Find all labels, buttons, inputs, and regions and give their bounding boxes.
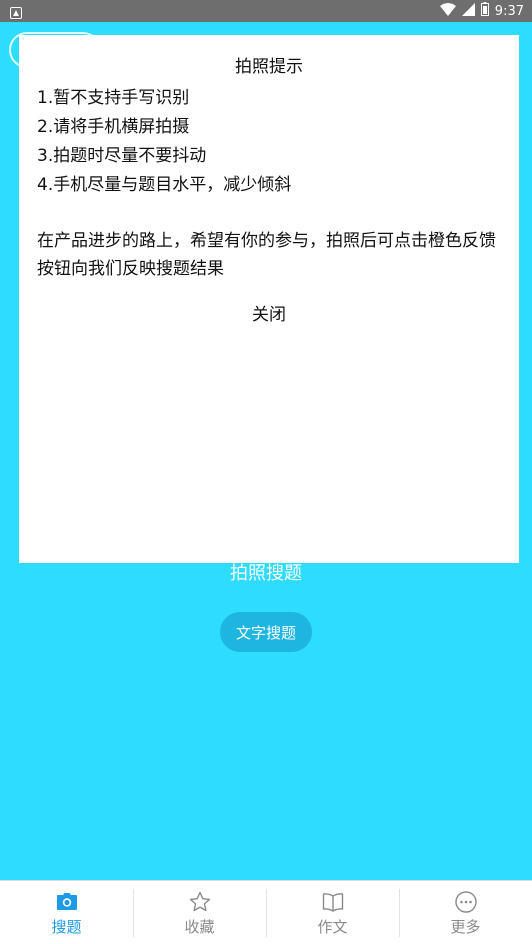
signal-icon	[461, 2, 475, 20]
nav-label: 更多	[450, 918, 481, 936]
status-icons: 9:37	[439, 0, 524, 22]
nav-label: 收藏	[184, 918, 215, 936]
tip-item: 2.请将手机横屏拍摄	[37, 117, 190, 137]
bottom-nav: 搜题 收藏 作文 更多	[0, 880, 532, 944]
dialog-title: 拍照提示	[235, 57, 303, 77]
nav-item-essay[interactable]: 作文	[266, 881, 399, 944]
star-icon	[188, 890, 212, 914]
status-bar: 9:37	[0, 0, 532, 22]
nav-label: 搜题	[51, 918, 82, 936]
dialog-description: 在产品进步的路上，希望有你的参与，拍照后可点击橙色反馈按钮向我们反映搜题结果	[37, 231, 496, 279]
tips-list: 1.暂不支持手写识别 2.请将手机横屏拍摄 3.拍题时尽量不要抖动 4.手机尽量…	[37, 84, 501, 200]
tip-item: 4.手机尽量与题目水平，减少倾斜	[37, 175, 292, 195]
nav-label: 作文	[317, 918, 348, 936]
battery-icon	[480, 2, 489, 20]
photo-tips-dialog: 拍照提示 1.暂不支持手写识别 2.请将手机横屏拍摄 3.拍题时尽量不要抖动 4…	[19, 35, 519, 563]
notification-icon	[10, 4, 22, 19]
status-time: 9:37	[494, 3, 524, 19]
wifi-icon	[439, 2, 456, 20]
text-search-button[interactable]: 文字搜题	[220, 612, 312, 652]
camera-icon	[55, 890, 79, 914]
nav-item-more[interactable]: 更多	[399, 881, 532, 944]
nav-item-search[interactable]: 搜题	[0, 881, 133, 944]
book-icon	[321, 890, 345, 914]
more-icon	[454, 890, 478, 914]
tip-item: 3.拍题时尽量不要抖动	[37, 146, 207, 166]
nav-item-favorites[interactable]: 收藏	[133, 881, 266, 944]
close-button[interactable]: 关闭	[239, 300, 299, 325]
tip-item: 1.暂不支持手写识别	[37, 88, 190, 108]
